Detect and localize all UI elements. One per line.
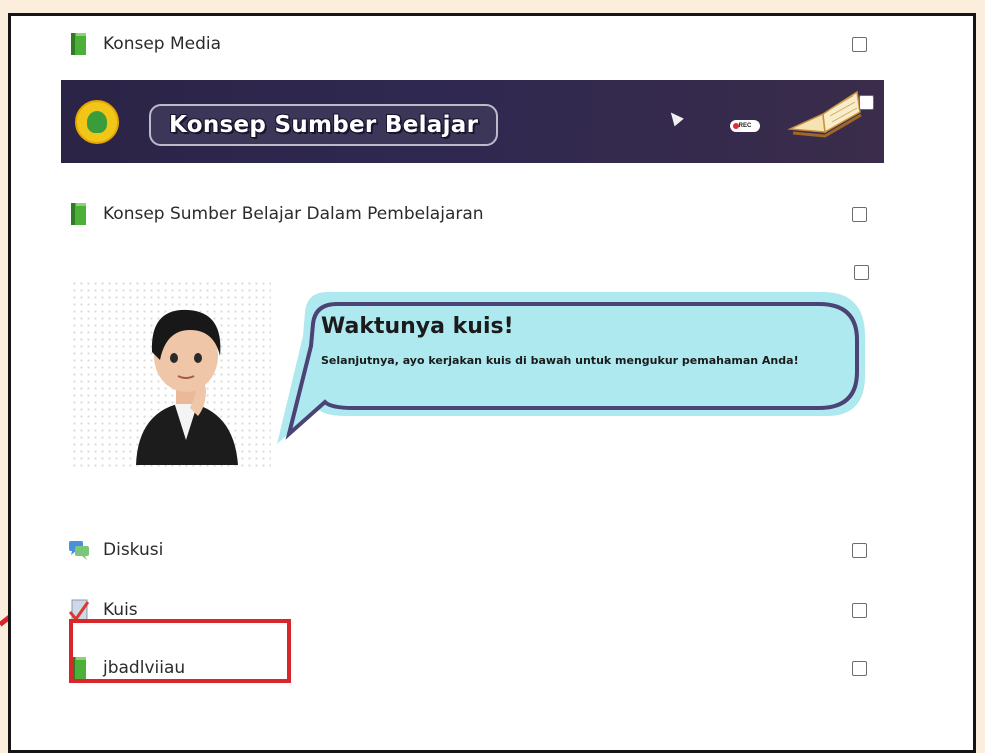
section-banner: Konsep Sumber Belajar REC [61,80,884,163]
book-icon [71,203,86,225]
completion-checkbox[interactable] [852,543,867,558]
forum-icon [69,541,89,560]
completion-checkbox[interactable] [852,603,867,618]
rec-badge: REC [730,120,760,132]
completion-checkbox[interactable] [852,37,867,52]
book-icon [71,33,86,55]
activity-label[interactable]: Kuis [103,600,138,620]
quiz-info-card: Waktunya kuis! Selanjutnya, ayo kerjakan… [71,262,881,492]
course-content-panel: Konsep Media Konsep Sumber Belajar REC K… [8,13,976,753]
completion-checkbox[interactable] [854,265,869,280]
cursor-icon [666,108,684,127]
avatar-illustration [136,309,238,465]
quiz-card-text: Selanjutnya, ayo kerjakan kuis di bawah … [321,354,799,367]
activity-label[interactable]: Konsep Sumber Belajar Dalam Pembelajaran [103,204,484,224]
activity-row-konsep-media[interactable]: Konsep Media [11,30,973,60]
quiz-card-title: Waktunya kuis! [321,314,514,339]
activity-row-diskusi[interactable]: Diskusi [11,536,973,566]
open-book-icon [787,90,862,138]
banner-title-pill: Konsep Sumber Belajar [149,104,499,146]
activity-row-konsep-sumber-belajar[interactable]: Konsep Sumber Belajar Dalam Pembelajaran [11,200,973,230]
activity-label[interactable]: Diskusi [103,540,163,560]
completion-checkbox[interactable] [859,95,874,110]
annotation-highlight-box [69,619,291,683]
institution-logo [75,100,119,144]
banner-title: Konsep Sumber Belajar [169,112,479,138]
completion-checkbox[interactable] [852,661,867,676]
activity-label[interactable]: Konsep Media [103,34,221,54]
completion-checkbox[interactable] [852,207,867,222]
